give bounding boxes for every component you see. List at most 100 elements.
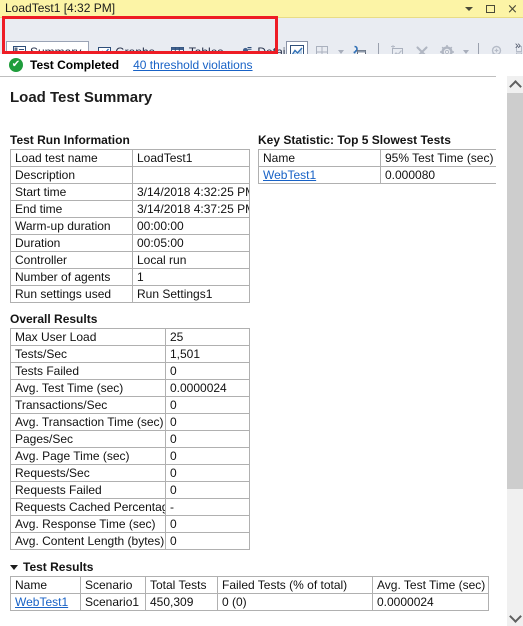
row-label: Avg. Transaction Time (sec) (11, 414, 166, 431)
row-label: End time (11, 201, 133, 218)
status-bar: ✔ Test Completed 40 threshold violations (0, 54, 523, 76)
close-button[interactable]: × (506, 2, 519, 16)
row-label: Duration (11, 235, 133, 252)
overall-results-table: Max User Load25Tests/Sec1,501Tests Faile… (10, 328, 250, 550)
table-row: Transactions/Sec0 (11, 397, 250, 414)
collapse-triangle-icon[interactable] (10, 565, 18, 570)
test-name-link[interactable]: WebTest1 (15, 595, 68, 609)
table-row: Avg. Test Time (sec)0.0000024 (11, 380, 250, 397)
table-row: Pages/Sec0 (11, 431, 250, 448)
scroll-up-button[interactable] (507, 76, 523, 93)
scroll-down-button[interactable] (507, 609, 523, 626)
scrollbar-corner (506, 57, 523, 76)
row-label: Requests/Sec (11, 465, 166, 482)
row-value: 25 (166, 329, 250, 346)
row-label: Tests/Sec (11, 346, 166, 363)
chevron-down-icon (465, 7, 473, 11)
scenario-cell: Scenario1 (81, 594, 146, 611)
row-value: 3/14/2018 4:37:25 PM (133, 201, 250, 218)
scrollbar-thumb[interactable] (507, 93, 523, 489)
row-label: Requests Cached Percentage (11, 499, 166, 516)
row-value: 0 (166, 482, 250, 499)
window-menu-caret-button[interactable] (462, 2, 475, 16)
row-label: Tests Failed (11, 363, 166, 380)
test-run-information-heading: Test Run Information (10, 133, 250, 147)
chevron-up-icon (509, 80, 522, 93)
row-value: 0 (166, 414, 250, 431)
table-row: End time3/14/2018 4:37:25 PM (11, 201, 250, 218)
row-label: Transactions/Sec (11, 397, 166, 414)
column-header: Total Tests (146, 577, 218, 594)
vertical-scrollbar[interactable] (506, 76, 523, 626)
test-results-body: WebTest1Scenario1450,3090 (0)0.0000024 (11, 594, 489, 611)
row-value: 0 (166, 397, 250, 414)
key-statistic-body: WebTest1 0.000080 (259, 167, 497, 184)
test-name-cell: WebTest1 (259, 167, 381, 184)
summary-content-pane: Load Test Summary Test Run Information L… (0, 76, 496, 626)
table-row: Requests/Sec0 (11, 465, 250, 482)
close-icon: × (507, 4, 518, 15)
row-value: Run Settings1 (133, 286, 250, 303)
test-name-link[interactable]: WebTest1 (263, 168, 316, 182)
row-value: 0 (166, 516, 250, 533)
row-value: 3/14/2018 4:32:25 PM (133, 184, 250, 201)
row-label: Run settings used (11, 286, 133, 303)
table-row: Duration00:05:00 (11, 235, 250, 252)
overall-results-body: Max User Load25Tests/Sec1,501Tests Faile… (11, 329, 250, 550)
failed-tests-cell: 0 (0) (218, 594, 373, 611)
row-value: 0 (166, 363, 250, 380)
table-header-row: Name95% Test Time (sec) (259, 150, 497, 167)
column-header: Avg. Test Time (sec) (373, 577, 489, 594)
row-label: Max User Load (11, 329, 166, 346)
key-statistic-heading: Key Statistic: Top 5 Slowest Tests (258, 133, 496, 147)
key-statistic-table: Name95% Test Time (sec) WebTest1 0.000080 (258, 149, 496, 184)
window-title: LoadTest1 [4:32 PM] (5, 1, 115, 15)
table-row: Run settings usedRun Settings1 (11, 286, 250, 303)
row-label: Avg. Response Time (sec) (11, 516, 166, 533)
table-row: Requests Failed0 (11, 482, 250, 499)
table-row: Max User Load25 (11, 329, 250, 346)
test-results-header[interactable]: Test Results (10, 560, 489, 574)
column-header: Scenario (81, 577, 146, 594)
test-run-information-section: Test Run Information Load test nameLoadT… (10, 133, 250, 303)
table-row: Tests Failed0 (11, 363, 250, 380)
test-run-information-body: Load test nameLoadTest1DescriptionStart … (11, 150, 250, 303)
row-label: Load test name (11, 150, 133, 167)
row-label: Pages/Sec (11, 431, 166, 448)
row-label: Start time (11, 184, 133, 201)
row-value: 0 (166, 533, 250, 550)
table-row: Load test nameLoadTest1 (11, 150, 250, 167)
page-title: Load Test Summary (10, 89, 496, 106)
table-row: WebTest1Scenario1450,3090 (0)0.0000024 (11, 594, 489, 611)
key-statistic-section: Key Statistic: Top 5 Slowest Tests Name9… (258, 133, 496, 184)
column-header: Name (259, 150, 381, 167)
table-row: Avg. Transaction Time (sec)0 (11, 414, 250, 431)
key-statistic-head: Name95% Test Time (sec) (259, 150, 497, 167)
table-row: Requests Cached Percentage- (11, 499, 250, 516)
row-value: 00:00:00 (133, 218, 250, 235)
row-value: 0 (166, 431, 250, 448)
table-row: Number of agents1 (11, 269, 250, 286)
toolbar-overflow-button[interactable]: » (515, 40, 520, 52)
table-row: Avg. Content Length (bytes)0 (11, 533, 250, 550)
row-label: Avg. Content Length (bytes) (11, 533, 166, 550)
test-results-heading: Test Results (23, 560, 93, 574)
check-circle-icon: ✔ (9, 58, 23, 72)
table-header-row: NameScenarioTotal TestsFailed Tests (% o… (11, 577, 489, 594)
table-row: WebTest1 0.000080 (259, 167, 497, 184)
row-value: Local run (133, 252, 250, 269)
table-row: Description (11, 167, 250, 184)
avg-test-time-cell: 0.0000024 (373, 594, 489, 611)
row-value: 1 (133, 269, 250, 286)
row-label: Avg. Page Time (sec) (11, 448, 166, 465)
column-header: Failed Tests (% of total) (218, 577, 373, 594)
threshold-violations-link[interactable]: 40 threshold violations (133, 58, 252, 72)
test-time-cell: 0.000080 (381, 167, 497, 184)
row-value: 0 (166, 448, 250, 465)
column-header: 95% Test Time (sec) (381, 150, 497, 167)
test-results-section: Test Results NameScenarioTotal TestsFail… (10, 560, 489, 611)
row-value: 0 (166, 465, 250, 482)
row-value (133, 167, 250, 184)
maximize-button[interactable] (484, 2, 497, 16)
row-label: Number of agents (11, 269, 133, 286)
